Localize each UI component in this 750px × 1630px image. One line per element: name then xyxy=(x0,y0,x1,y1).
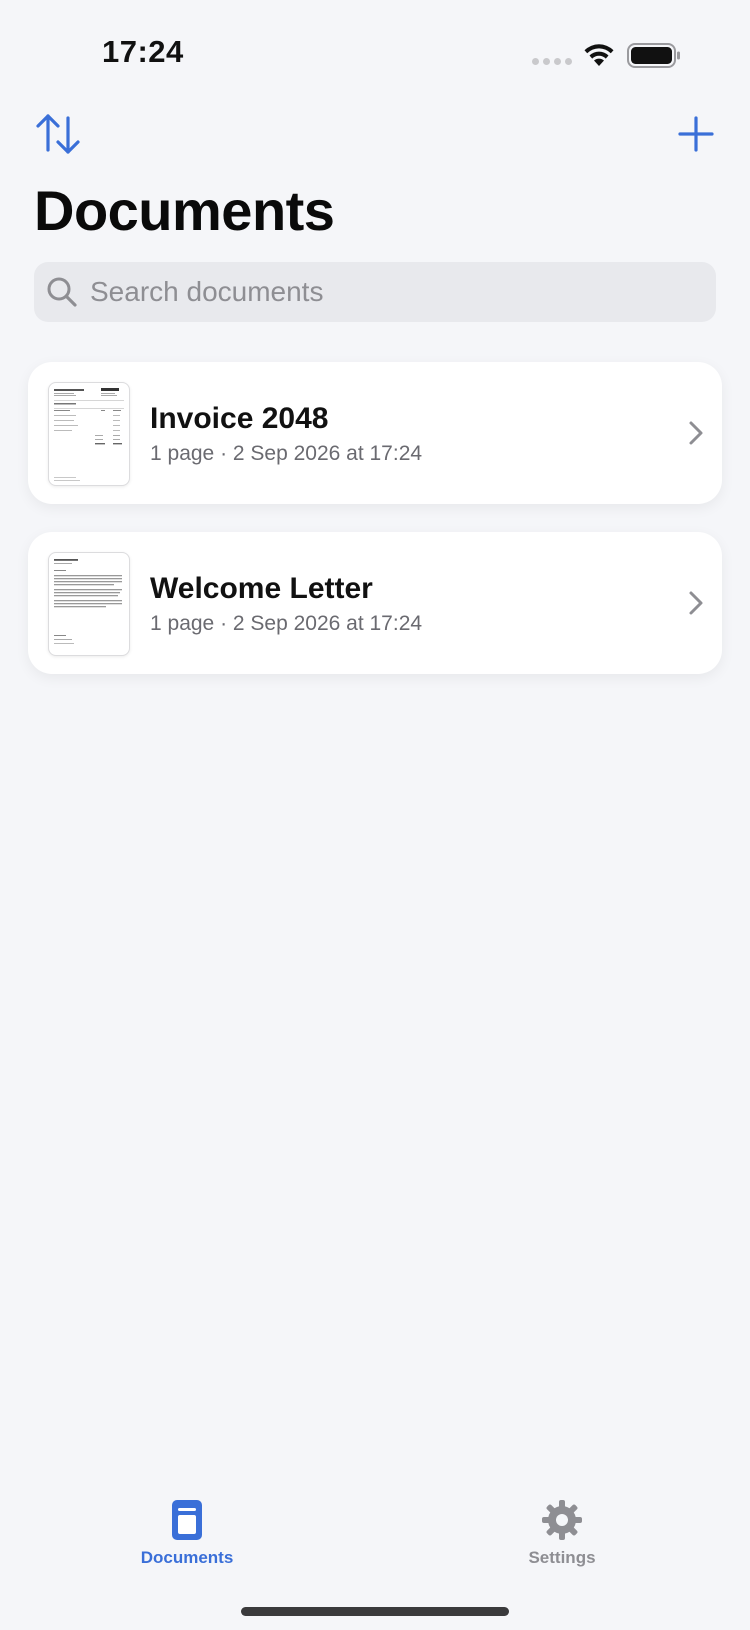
arrow-up-down-icon xyxy=(36,114,80,154)
chevron-right-icon xyxy=(689,591,703,615)
status-bar: 17:24 xyxy=(0,0,750,110)
cellular-signal-icon xyxy=(532,58,572,66)
chevron-right-icon xyxy=(689,421,703,445)
document-list: Invoice 2048 1 page · 2 Sep 2026 at 17:2… xyxy=(28,362,722,702)
document-name: Welcome Letter xyxy=(150,572,373,605)
tab-documents[interactable]: Documents xyxy=(112,1498,262,1568)
page-title: Documents xyxy=(34,179,335,242)
document-meta: 1 page · 2 Sep 2026 at 17:24 xyxy=(150,612,423,635)
invoice-thumbnail xyxy=(48,382,130,486)
document-row-welcome-letter[interactable]: Welcome Letter 1 page · 2 Sep 2026 at 17… xyxy=(28,532,722,674)
search-icon xyxy=(47,277,77,307)
document-name: Invoice 2048 xyxy=(150,402,329,435)
document-meta: 1 page · 2 Sep 2026 at 17:24 xyxy=(150,442,423,465)
document-row-invoice[interactable]: Invoice 2048 1 page · 2 Sep 2026 at 17:2… xyxy=(28,362,722,504)
status-time: 17:24 xyxy=(102,34,184,69)
add-document-button[interactable] xyxy=(676,114,716,154)
search-input[interactable] xyxy=(88,275,692,309)
plus-icon xyxy=(678,116,714,152)
document-icon xyxy=(172,1500,202,1540)
tab-label: Settings xyxy=(528,1548,596,1567)
battery-icon xyxy=(627,43,680,68)
search-bar[interactable] xyxy=(34,262,716,322)
gear-icon xyxy=(542,1500,582,1540)
home-indicator[interactable] xyxy=(241,1607,509,1616)
tab-settings[interactable]: Settings xyxy=(487,1498,637,1568)
letter-thumbnail xyxy=(48,552,130,656)
tab-label: Documents xyxy=(140,1548,234,1567)
wifi-icon xyxy=(584,44,614,66)
sort-button[interactable] xyxy=(34,112,84,156)
